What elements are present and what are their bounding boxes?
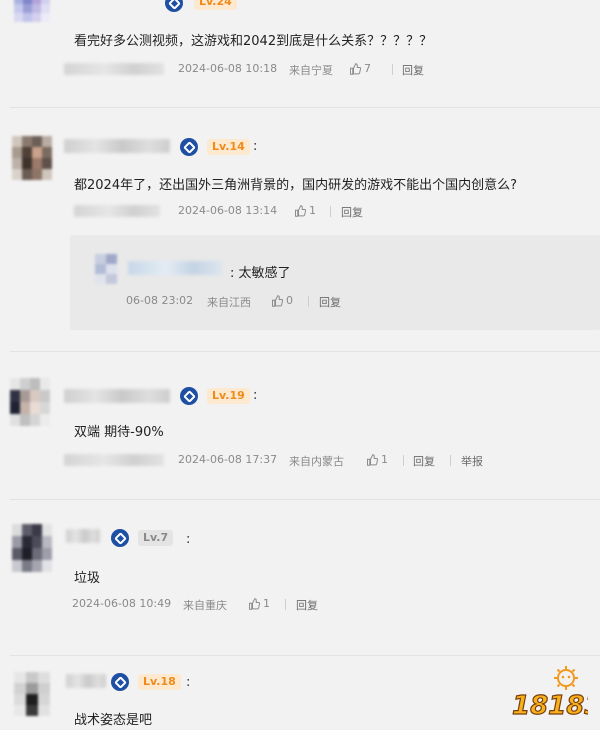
like-button[interactable]: 1 bbox=[366, 453, 388, 466]
blurred-username bbox=[66, 529, 100, 543]
like-count: 1 bbox=[381, 453, 388, 466]
name-colon: : bbox=[253, 139, 258, 154]
divider-line bbox=[403, 455, 404, 466]
comment-text: 战术姿态是吧 bbox=[74, 713, 153, 728]
like-button[interactable]: 1 bbox=[248, 597, 270, 610]
reply-text: : 太敏感了 bbox=[230, 266, 291, 281]
comment-location: 来自内蒙古 bbox=[289, 455, 344, 468]
blurred-username bbox=[128, 261, 222, 275]
thumbs-up-icon bbox=[295, 204, 306, 217]
like-button[interactable]: 0 bbox=[271, 294, 293, 307]
verified-badge-icon bbox=[180, 138, 198, 156]
avatar[interactable] bbox=[95, 254, 117, 284]
level-badge: Lv.24 bbox=[194, 0, 237, 10]
comment-4: Lv.7 : 垃圾 2024-06-08 10:49 来自重庆 1 回复 bbox=[0, 500, 600, 656]
blurred-username bbox=[66, 674, 106, 688]
verified-badge-icon bbox=[111, 673, 129, 691]
avatar[interactable] bbox=[12, 136, 52, 180]
comment-location: 来自重庆 bbox=[183, 599, 227, 612]
thumbs-up-icon bbox=[249, 597, 260, 610]
reply-button[interactable]: 回复 bbox=[296, 597, 318, 613]
report-button[interactable]: 举报 bbox=[461, 453, 483, 469]
blurred-device bbox=[64, 63, 164, 75]
reply-location: 来自江西 bbox=[207, 296, 251, 309]
comment-text: 垃圾 bbox=[74, 571, 101, 586]
like-count: 1 bbox=[309, 204, 316, 217]
comment-text: 看完好多公测视频，这游戏和2042到底是什么关系？？？？？ bbox=[74, 34, 433, 49]
sun-icon bbox=[554, 666, 578, 690]
reply-date: 06-08 23:02 bbox=[126, 294, 194, 307]
divider-line bbox=[392, 64, 393, 75]
sub-reply-box: : 太敏感了 06-08 23:02 来自江西 0 回复 bbox=[70, 235, 600, 330]
site-watermark-logo: 18183 bbox=[510, 664, 600, 722]
comment-date: 2024-06-08 13:14 bbox=[178, 204, 278, 217]
level-badge: Lv.19 bbox=[207, 388, 250, 404]
level-badge: Lv.7 bbox=[138, 530, 174, 546]
divider-line bbox=[308, 296, 309, 307]
comment-date: 2024-06-08 10:49 bbox=[72, 597, 172, 610]
avatar[interactable] bbox=[12, 524, 52, 572]
blurred-username bbox=[64, 389, 170, 403]
level-badge: Lv.14 bbox=[207, 139, 250, 155]
avatar[interactable] bbox=[14, 0, 50, 22]
like-count: 1 bbox=[263, 597, 270, 610]
watermark-text: 18183 bbox=[512, 691, 588, 720]
verified-badge-icon bbox=[180, 387, 198, 405]
reply-button[interactable]: 回复 bbox=[402, 62, 424, 78]
divider-line bbox=[450, 455, 451, 466]
comment-date: 2024-06-08 17:37 bbox=[178, 453, 278, 466]
thumbs-up-icon bbox=[367, 453, 378, 466]
comment-text: 双端 期待-90% bbox=[74, 425, 164, 440]
verified-badge-icon bbox=[165, 0, 183, 12]
reply-button[interactable]: 回复 bbox=[319, 294, 341, 310]
name-colon: : bbox=[186, 532, 191, 547]
like-button[interactable]: 7 bbox=[349, 62, 371, 75]
blurred-device bbox=[64, 454, 164, 466]
name-colon: : bbox=[253, 388, 258, 403]
level-badge: Lv.18 bbox=[138, 674, 181, 690]
comment-text: 都2024年了，还出国外三角洲背景的，国内研发的游戏不能出个国内创意么? bbox=[74, 178, 517, 193]
divider-line bbox=[285, 599, 286, 610]
blurred-username bbox=[64, 139, 170, 153]
comment-1: Lv.24 看完好多公测视频，这游戏和2042到底是什么关系？？？？？ 2024… bbox=[0, 0, 600, 108]
avatar[interactable] bbox=[14, 672, 50, 716]
avatar[interactable] bbox=[10, 378, 50, 426]
comment-2: Lv.14 : 都2024年了，还出国外三角洲背景的，国内研发的游戏不能出个国内… bbox=[0, 108, 600, 348]
name-colon: : bbox=[186, 675, 191, 690]
like-count: 0 bbox=[286, 294, 293, 307]
verified-badge-icon bbox=[111, 529, 129, 547]
divider-line bbox=[330, 206, 331, 217]
thumbs-up-icon bbox=[350, 62, 361, 75]
comment-3: Lv.19 : 双端 期待-90% 2024-06-08 17:37 来自内蒙古… bbox=[0, 352, 600, 500]
like-button[interactable]: 1 bbox=[294, 204, 316, 217]
thumbs-up-icon bbox=[272, 294, 283, 307]
reply-button[interactable]: 回复 bbox=[341, 204, 363, 220]
reply-button[interactable]: 回复 bbox=[413, 453, 435, 469]
reply-content: 太敏感了 bbox=[238, 266, 291, 281]
comment-location: 来自宁夏 bbox=[289, 64, 333, 77]
comment-date: 2024-06-08 10:18 bbox=[178, 62, 278, 75]
blurred-device bbox=[74, 205, 160, 217]
like-count: 7 bbox=[364, 62, 371, 75]
